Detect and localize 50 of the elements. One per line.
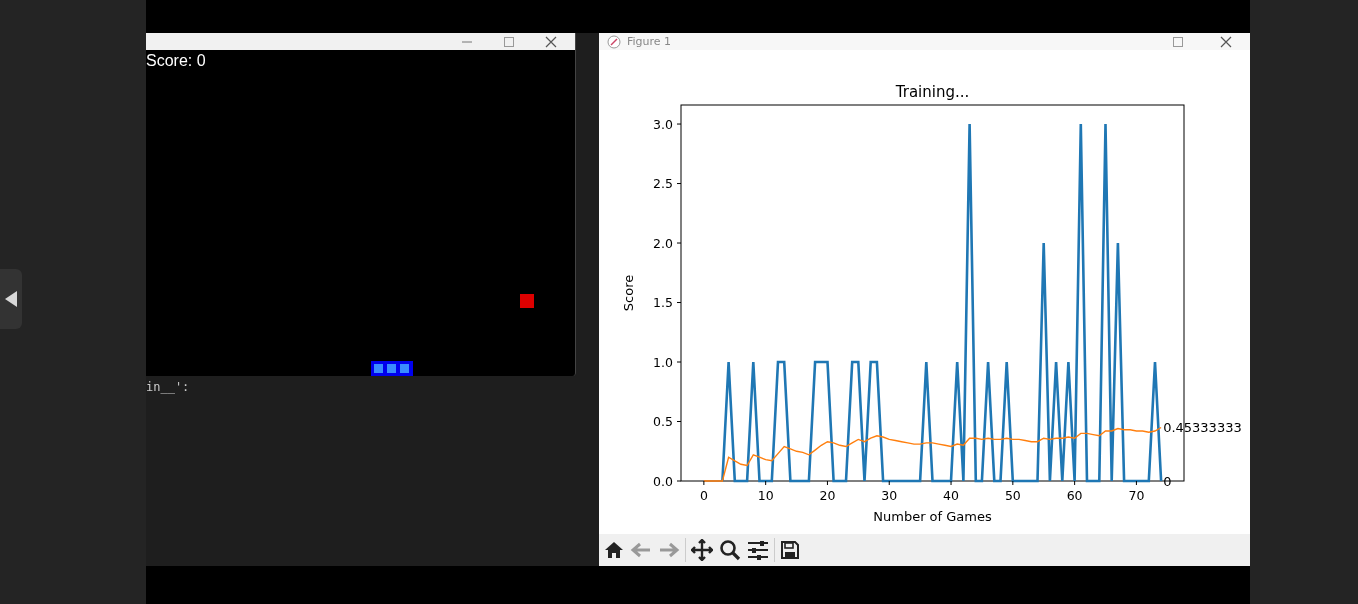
x-tick: 40	[943, 480, 959, 503]
y-tick-label: 2.5	[653, 176, 673, 192]
x-axis-label: Number of Games	[873, 509, 992, 524]
y-tick: 1.5	[653, 295, 682, 310]
maximize-icon[interactable]	[1172, 35, 1184, 48]
y-tick: 0.5	[653, 414, 682, 429]
zoom-button[interactable]	[718, 539, 742, 561]
x-tick-label: 70	[1128, 488, 1145, 503]
x-tick: 0	[699, 480, 708, 503]
food-square	[520, 294, 534, 308]
x-tick: 10	[757, 480, 774, 503]
value-annotation: 0.45333333	[1163, 419, 1242, 435]
x-tick: 60	[1066, 480, 1083, 503]
chart-title: Training...	[895, 83, 970, 101]
close-icon[interactable]	[1220, 35, 1232, 48]
y-tick-label: 1.0	[653, 354, 674, 370]
score-label: Score: 0	[146, 52, 206, 70]
y-tick: 0.0	[653, 473, 682, 489]
x-tick-label: 50	[1004, 488, 1021, 503]
x-tick-label: 10	[757, 488, 774, 503]
y-tick: 2.5	[653, 176, 682, 192]
y-tick-label: 0.5	[653, 414, 673, 430]
x-tick: 30	[881, 480, 898, 503]
x-tick-label: 20	[819, 488, 836, 503]
x-tick-label: 60	[1066, 488, 1083, 503]
close-icon[interactable]	[545, 35, 557, 48]
value-annotation: 0	[1163, 473, 1172, 489]
code-text: in__':	[146, 380, 190, 394]
y-tick: 1.0	[653, 354, 682, 370]
window-title: Figure 1	[627, 35, 672, 48]
x-tick: 70	[1128, 480, 1145, 503]
x-tick: 50	[1004, 480, 1021, 503]
y-tick-label: 0.0	[653, 473, 674, 489]
triangle-left-icon	[5, 291, 17, 307]
snake-drawing	[371, 361, 413, 376]
y-axis-label: Score	[621, 274, 636, 312]
y-tick-label: 3.0	[653, 116, 674, 132]
pan-button[interactable]	[690, 539, 714, 561]
y-tick-label: 2.0	[653, 235, 674, 251]
x-tick-label: 40	[943, 488, 960, 503]
collapse-tab[interactable]	[0, 269, 22, 329]
x-tick: 20	[819, 480, 836, 503]
settings-button[interactable]	[746, 540, 770, 560]
y-tick: 3.0	[653, 116, 682, 132]
y-tick-label: 1.5	[653, 295, 673, 311]
y-tick: 2.0	[653, 235, 682, 251]
x-tick-label: 0	[699, 488, 708, 503]
x-tick-label: 30	[881, 488, 898, 503]
home-button[interactable]	[603, 541, 625, 559]
save-button[interactable]	[779, 540, 801, 560]
